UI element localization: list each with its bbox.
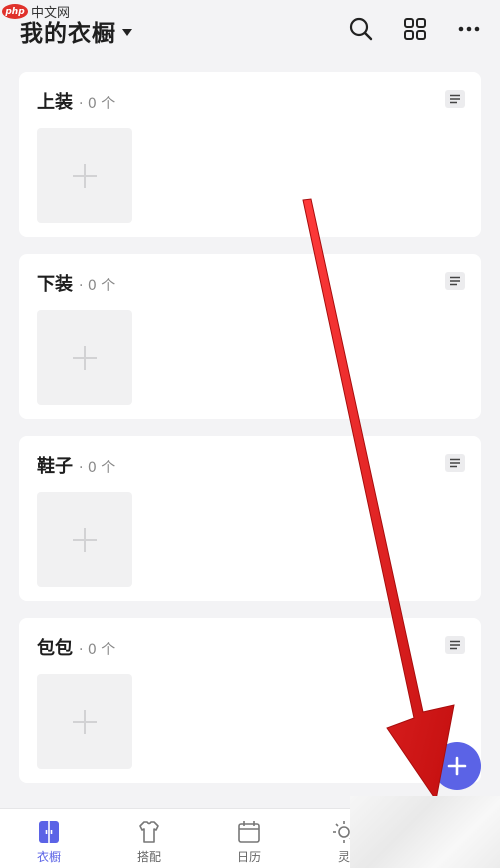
add-item-button[interactable] <box>37 310 132 405</box>
plus-icon <box>447 756 467 776</box>
add-item-button[interactable] <box>37 492 132 587</box>
category-name: 包包 <box>37 638 73 659</box>
nav-item-calendar[interactable]: 日历 <box>219 819 279 865</box>
category-count: · 0 个 <box>79 642 116 658</box>
category-menu-button[interactable] <box>445 272 465 290</box>
add-item-button[interactable] <box>37 128 132 223</box>
grid-view-button[interactable] <box>402 16 428 42</box>
category-count: · 0 个 <box>79 460 116 476</box>
category-card-bottoms: 下装 · 0 个 <box>19 254 481 419</box>
nav-item-outfit[interactable]: 搭配 <box>119 819 179 865</box>
nav-label: 灵 <box>337 850 350 864</box>
category-card-shoes: 鞋子 · 0 个 <box>19 436 481 601</box>
add-item-button[interactable] <box>37 674 132 769</box>
nav-item-wardrobe[interactable]: 衣橱 <box>19 819 79 865</box>
category-title: 下装 · 0 个 <box>37 270 115 296</box>
category-menu-button[interactable] <box>445 90 465 108</box>
category-title: 上装 · 0 个 <box>37 88 115 114</box>
plus-icon <box>72 163 97 188</box>
category-menu-button[interactable] <box>445 454 465 472</box>
list-icon <box>450 458 460 468</box>
list-icon <box>450 94 460 104</box>
category-title: 鞋子 · 0 个 <box>37 452 115 478</box>
category-title: 包包 · 0 个 <box>37 634 115 660</box>
category-card-tops: 上装 · 0 个 <box>19 72 481 237</box>
header-actions <box>348 16 482 42</box>
category-name: 上装 <box>37 92 73 113</box>
search-icon <box>349 17 373 41</box>
watermark-logo: php <box>2 4 28 19</box>
more-button[interactable] <box>456 16 482 42</box>
plus-icon <box>72 345 97 370</box>
category-card-bags: 包包 · 0 个 <box>19 618 481 783</box>
blurred-region <box>350 796 500 868</box>
nav-label: 搭配 <box>136 850 161 864</box>
category-name: 下装 <box>37 274 73 295</box>
nav-label: 日历 <box>236 850 261 864</box>
list-icon <box>450 276 460 286</box>
caret-down-icon <box>122 29 132 36</box>
list-icon <box>450 640 460 650</box>
wardrobe-icon <box>39 821 59 843</box>
category-name: 鞋子 <box>37 456 73 477</box>
watermark: php 中文网 <box>2 2 70 21</box>
outfit-icon <box>139 821 159 843</box>
more-icon <box>458 26 480 32</box>
category-menu-button[interactable] <box>445 636 465 654</box>
app-root: php 中文网 我的衣橱 上装 · 0 个 下装 · 0 个 鞋子 · 0 个 … <box>0 0 500 868</box>
plus-icon <box>72 709 97 734</box>
plus-icon <box>72 527 97 552</box>
watermark-text: 中文网 <box>31 6 71 21</box>
nav-label: 衣橱 <box>36 850 61 864</box>
grid-icon <box>404 18 426 40</box>
add-clothing-fab[interactable] <box>433 742 481 790</box>
header: 我的衣橱 <box>0 0 500 60</box>
search-button[interactable] <box>348 16 374 42</box>
category-count: · 0 个 <box>79 278 116 294</box>
category-count: · 0 个 <box>79 96 116 112</box>
calendar-icon <box>238 821 260 843</box>
